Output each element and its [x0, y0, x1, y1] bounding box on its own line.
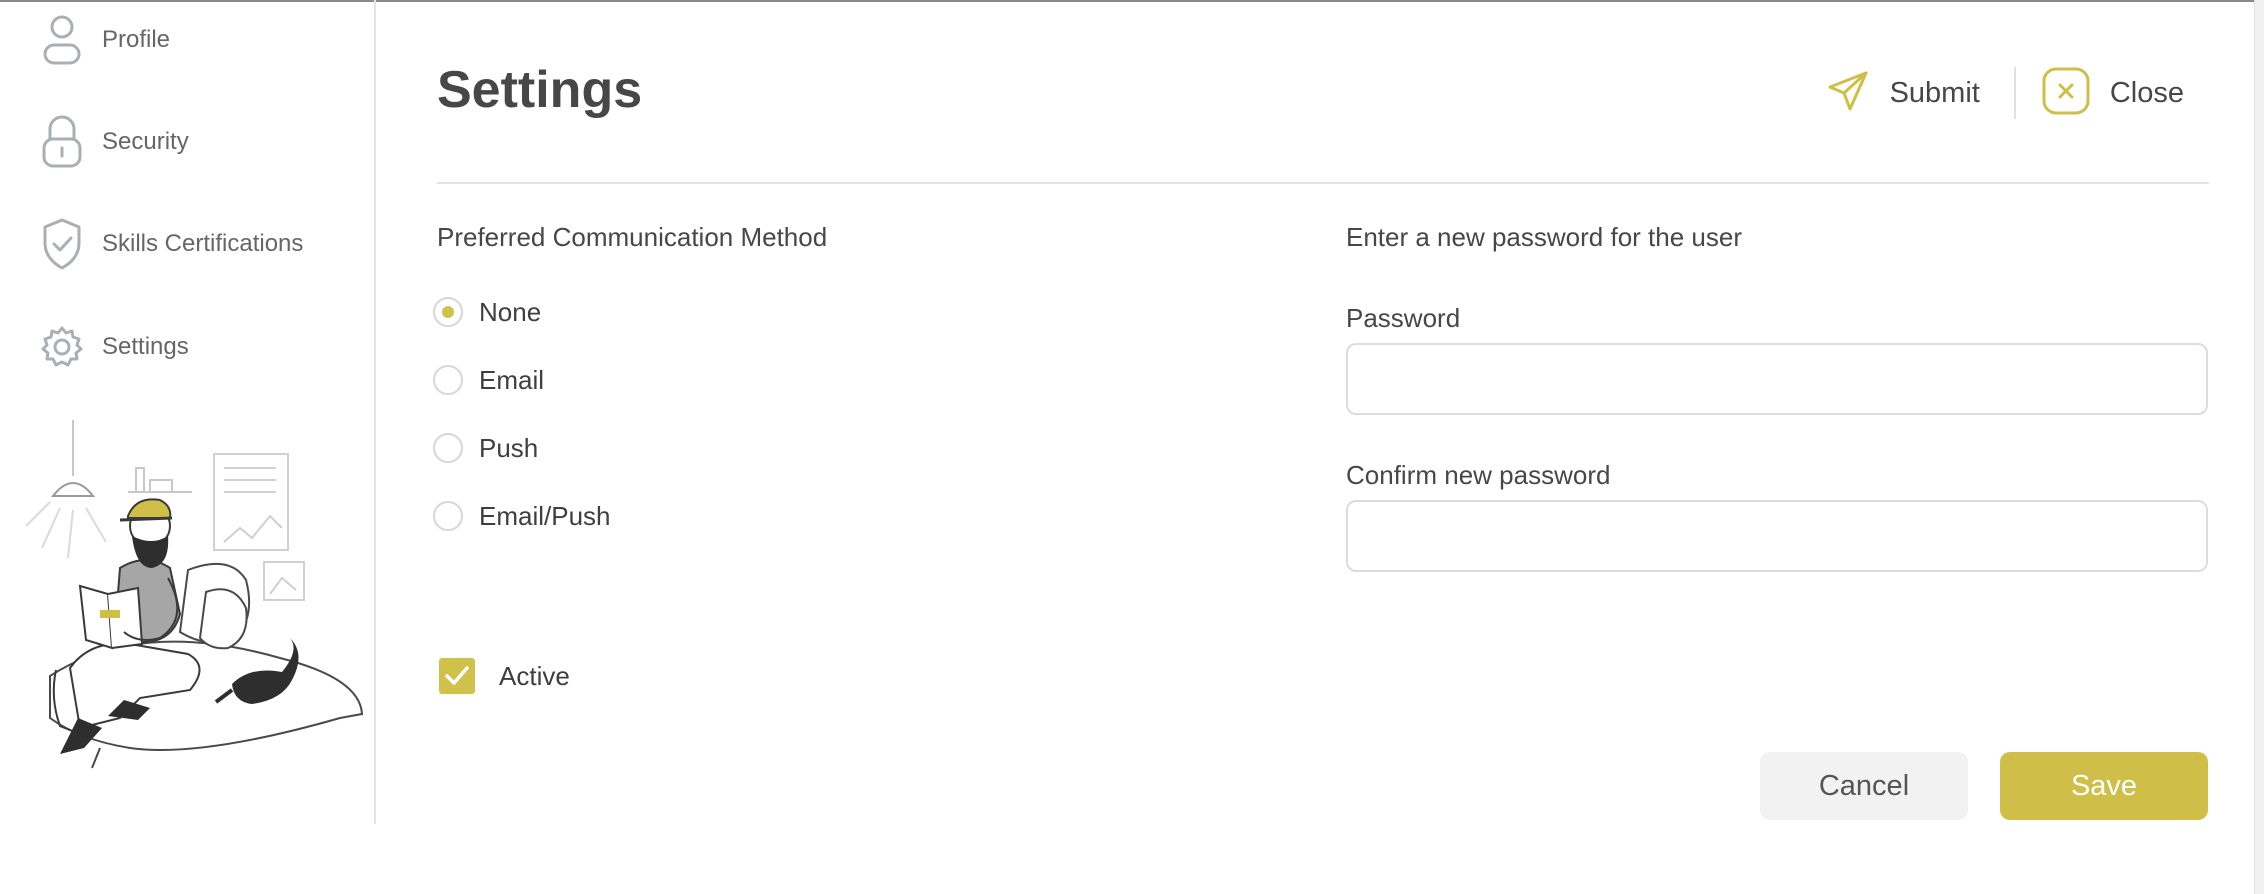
radio-option-none[interactable]: None	[433, 292, 541, 332]
confirm-password-field[interactable]	[1346, 500, 2208, 572]
lock-icon	[38, 115, 86, 169]
password-section-title: Enter a new password for the user	[1346, 222, 1742, 252]
confirm-password-label: Confirm new password	[1346, 460, 1611, 490]
close-label: Close	[2109, 76, 2184, 109]
close-icon	[2042, 67, 2090, 120]
radio-label: None	[479, 296, 542, 327]
shield-check-icon	[38, 217, 86, 271]
gear-icon	[38, 320, 86, 374]
radio-label: Email	[479, 364, 545, 395]
radio-button[interactable]	[433, 433, 463, 463]
sidebar-item-label: Security	[102, 128, 189, 155]
settings-panel: Settings Submit Close Preferred Communic…	[378, 0, 2254, 894]
sidebar-item-skills-certifications[interactable]: Skills Certifications	[38, 214, 358, 274]
password-field[interactable]	[1346, 343, 2208, 415]
active-label: Active	[499, 660, 570, 691]
sidebar-item-label: Skills Certifications	[102, 230, 304, 257]
sidebar-item-label: Profile	[102, 26, 171, 53]
scrollbar-track[interactable]	[2254, 0, 2264, 894]
submit-button[interactable]: Submit	[1826, 69, 1980, 118]
radio-label: Email/Push	[479, 500, 611, 531]
radio-option-email-push[interactable]: Email/Push	[433, 496, 611, 536]
communication-section-title: Preferred Communication Method	[437, 222, 828, 252]
radio-button[interactable]	[433, 365, 463, 395]
active-checkbox[interactable]	[439, 658, 475, 694]
submit-label: Submit	[1889, 76, 1980, 109]
paper-plane-icon	[1826, 69, 1870, 118]
sidebar-item-profile[interactable]: Profile	[38, 10, 358, 70]
close-button[interactable]: Close	[2042, 67, 2184, 120]
page-title: Settings	[437, 61, 643, 119]
active-checkbox-row[interactable]: Active	[439, 658, 570, 694]
cancel-button[interactable]: Cancel	[1760, 752, 1968, 820]
save-button[interactable]: Save	[2000, 752, 2208, 820]
radio-option-email[interactable]: Email	[433, 360, 544, 400]
sidebar-item-settings[interactable]: Settings	[38, 317, 358, 377]
sidebar-item-security[interactable]: Security	[38, 112, 358, 172]
user-icon	[38, 13, 86, 67]
radio-option-push[interactable]: Push	[433, 428, 538, 468]
header-divider	[437, 182, 2209, 184]
header-actions: Submit Close	[1826, 65, 2184, 121]
sidebar: Profile Security Skills Certifications S…	[0, 0, 376, 824]
person-reading-illustration	[20, 418, 370, 778]
sidebar-item-label: Settings	[102, 333, 189, 360]
radio-button[interactable]	[433, 501, 463, 531]
action-divider	[2013, 67, 2016, 119]
radio-button-selected[interactable]	[433, 297, 463, 327]
checkmark-icon	[445, 666, 469, 685]
password-label: Password	[1346, 303, 1461, 333]
radio-label: Push	[479, 432, 539, 463]
